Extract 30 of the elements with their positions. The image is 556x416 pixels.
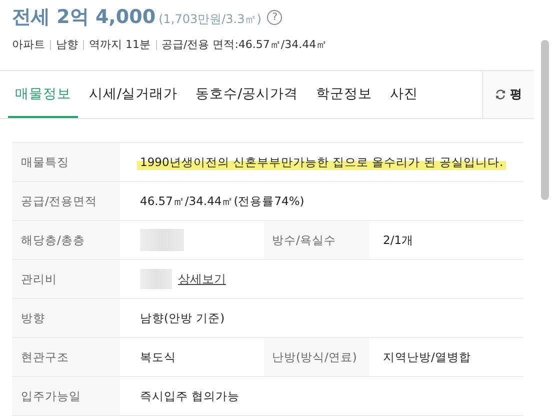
field-label: 방향 xyxy=(12,299,120,337)
field-value: 남향(안방 기준) xyxy=(140,310,225,326)
field-label: 관리비 xyxy=(12,260,120,298)
property-attribute: 아파트 xyxy=(12,37,45,52)
scrollbar[interactable] xyxy=(541,40,549,200)
field-value: 46.57㎡/34.44㎡(전용률74%) xyxy=(140,194,304,208)
field-label: 매물특징 xyxy=(12,143,120,181)
property-attribute: 공급/전용 면적:46.57㎡/34.44㎡ xyxy=(162,37,328,52)
details-link[interactable]: 상세보기 xyxy=(178,270,226,288)
tab[interactable]: 사진 xyxy=(383,71,426,118)
tab[interactable]: 시세/실거래가 xyxy=(82,71,185,118)
field-label: 해당층/총층 xyxy=(12,221,120,259)
property-attribute: 남향 xyxy=(56,37,78,52)
field-label: 현관구조 xyxy=(12,338,120,376)
help-icon[interactable]: ? xyxy=(267,10,282,24)
refresh-icon xyxy=(495,89,506,100)
field-label: 난방(방식/연료) xyxy=(264,338,369,376)
unit-price: (1,703만원/3.3㎡) xyxy=(158,11,262,28)
field-value: 복도식 xyxy=(140,350,176,364)
field-value: 2/1개 xyxy=(383,232,414,248)
price: 전세 2억 4,000 xyxy=(12,5,156,30)
field-label: 공급/전용면적 xyxy=(12,182,120,220)
field-value: 즉시입주 협의가능 xyxy=(140,388,240,404)
field-value: 지역난방/열병합 xyxy=(383,350,471,364)
field-label: 방수/욕실수 xyxy=(264,221,369,259)
unit-toggle-button[interactable]: 평 xyxy=(482,71,534,118)
tab[interactable]: 동호수/공시가격 xyxy=(188,71,306,118)
field-label: 입주가능일 xyxy=(12,377,120,415)
tab[interactable]: 학군정보 xyxy=(309,71,380,118)
property-attribute: 역까지 11분 xyxy=(89,37,150,52)
